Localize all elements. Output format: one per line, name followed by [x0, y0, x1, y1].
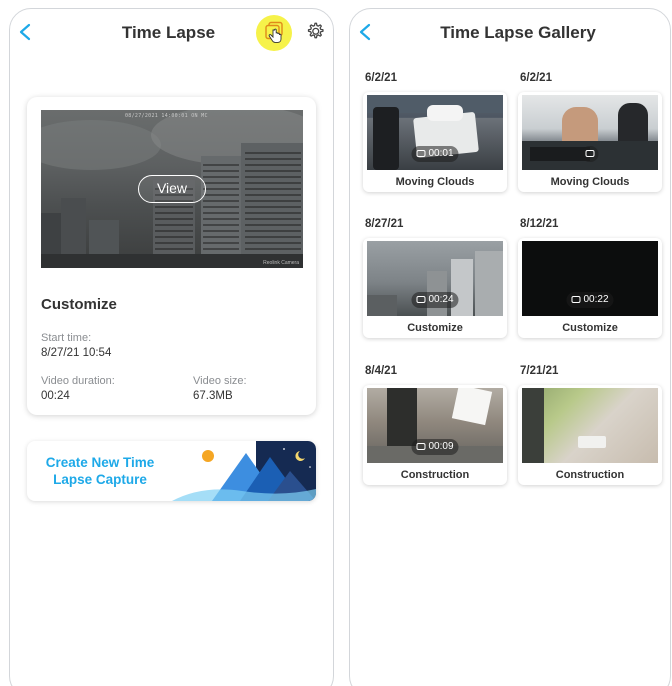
header: Time Lapse — [10, 9, 333, 55]
gallery-card[interactable]: 00:24 Customize — [363, 238, 507, 338]
duration-badge: 00:24 — [411, 292, 459, 308]
gallery-date: 6/2/21 — [365, 72, 397, 84]
header: Time Lapse Gallery — [350, 9, 670, 55]
camera-icon — [571, 295, 581, 303]
mountain-illustration — [172, 441, 316, 501]
view-button[interactable]: View — [138, 175, 206, 203]
camera-icon — [416, 295, 426, 303]
camera-icon — [416, 149, 426, 157]
gallery-item-name: Moving Clouds — [550, 176, 630, 188]
time-lapse-gallery-screen: Time Lapse Gallery 6/2/21 00:01 Moving C… — [349, 8, 671, 686]
gallery-date: 7/21/21 — [520, 365, 559, 377]
gallery-item-name: Customize — [562, 322, 618, 334]
page-title: Time Lapse Gallery — [440, 23, 596, 42]
gallery-date: 8/12/21 — [520, 218, 559, 230]
create-time-lapse-button[interactable]: Create New Time Lapse Capture — [27, 441, 316, 501]
gallery-card[interactable]: Moving Clouds — [518, 92, 662, 192]
gallery-card[interactable]: 00:22 Customize — [518, 238, 662, 338]
settings-gear-icon[interactable] — [304, 21, 326, 43]
gallery-date: 6/2/21 — [520, 72, 552, 84]
create-time-lapse-label: Create New Time Lapse Capture — [45, 455, 155, 487]
duration-badge: 00:22 — [566, 292, 614, 308]
gallery-card[interactable]: 00:01 Moving Clouds — [363, 92, 507, 192]
camera-icon — [416, 442, 426, 450]
capture-preview-image[interactable]: 08/27/2021 14:00:01 ON MC Reolink Camera… — [41, 110, 303, 268]
size-label: Video size: — [193, 375, 247, 387]
duration-badge — [581, 146, 599, 162]
preview-timestamp: 08/27/2021 14:00:01 ON MC — [125, 113, 208, 119]
gallery-date: 8/4/21 — [365, 365, 397, 377]
time-lapse-screen: Time Lapse 08/27/2021 14:00:01 ON MC Reo… — [9, 8, 334, 686]
duration-badge: 00:01 — [411, 146, 459, 162]
gallery-item-name: Moving Clouds — [395, 176, 475, 188]
gallery-thumbnail — [522, 388, 658, 463]
duration-badge: 00:09 — [411, 439, 459, 455]
gallery-item-name: Construction — [400, 469, 470, 481]
sun-icon — [202, 450, 214, 462]
latest-capture-card: 08/27/2021 14:00:01 ON MC Reolink Camera… — [27, 97, 316, 415]
gallery-item-name: Customize — [407, 322, 463, 334]
gallery-item-name: Construction — [555, 469, 625, 481]
gallery-icon — [265, 21, 283, 43]
gallery-card[interactable]: 00:09 Construction — [363, 385, 507, 485]
camera-icon — [585, 149, 595, 157]
preview-watermark: Reolink Camera — [263, 260, 299, 266]
duration-value: 00:24 — [41, 390, 70, 402]
duration-label: Video duration: — [41, 375, 115, 387]
start-time-label: Start time: — [41, 332, 92, 344]
gallery-button[interactable] — [256, 15, 292, 51]
capture-title: Customize — [41, 296, 117, 313]
start-time-value: 8/27/21 10:54 — [41, 347, 112, 359]
gallery-card[interactable]: Construction — [518, 385, 662, 485]
gallery-date: 8/27/21 — [365, 218, 404, 230]
size-value: 67.3MB — [193, 390, 233, 402]
